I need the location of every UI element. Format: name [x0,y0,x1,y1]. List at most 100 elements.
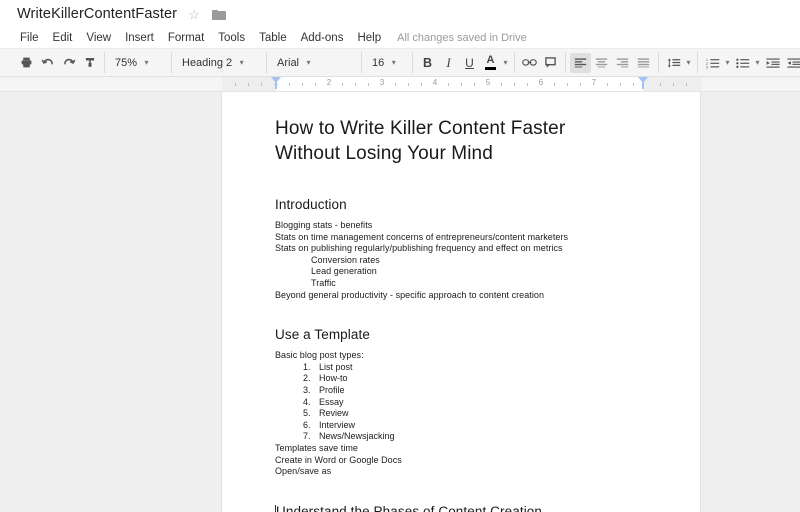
ruler-number: 7 [591,78,597,87]
paint-format-icon[interactable] [79,53,100,73]
menu-item-add-ons[interactable]: Add-ons [294,30,351,47]
body-line: Stats on time management concerns of ent… [275,231,569,242]
body-line: Stats on publishing regularly/publishing… [275,243,563,254]
align-center-icon[interactable] [591,53,612,73]
document-title[interactable]: WriteKillerContentFaster [17,6,177,22]
numbered-list-chevron-down-icon[interactable]: ▾ [723,53,732,73]
text-color-button[interactable]: A [480,53,501,73]
section-heading-use-a-template: Use a Template [275,327,370,343]
text-color-chevron-down-icon[interactable]: ▾ [501,53,510,73]
ruler[interactable]: 1 2 3 4 5 6 7 [222,77,702,91]
line-spacing-icon[interactable] [663,53,684,73]
link-icon[interactable] [519,53,540,73]
section-heading-text: Understand the Phases of Content Creatio… [276,503,543,512]
body-line: Open/save as [275,466,332,477]
menu-item-help[interactable]: Help [350,30,388,47]
list-item: News/Newsjacking [313,431,640,443]
toolbar-group-insert [515,52,566,73]
section-heading-introduction: Introduction [275,197,347,212]
body-line-indented: Traffic [311,277,336,288]
toolbar-group-zoom: 75% ▾ [105,52,172,73]
zoom-value: 75% [115,56,138,69]
text-color-swatch [485,67,496,70]
chevron-down-icon: ▾ [306,57,311,67]
move-to-folder-icon[interactable] [211,6,227,22]
toolbar-group-actions [12,52,105,73]
font-family-value: Arial [277,56,300,69]
bold-button[interactable]: B [417,53,438,73]
underline-button[interactable]: U [459,53,480,73]
align-justify-icon[interactable] [633,53,654,73]
body-line-indented: Conversion rates [311,254,380,265]
bold-label: B [422,55,433,70]
google-docs-window: WriteKillerContentFaster ☆ File Edit Vie… [0,0,800,512]
body-line: Beyond general productivity - specific a… [275,289,545,300]
ruler-bar: 1 2 3 4 5 6 7 [0,77,800,92]
toolbar-group-lists: 123 ▾ ▾ [698,52,800,73]
menu-item-edit[interactable]: Edit [46,30,80,47]
menu-item-format[interactable]: Format [161,30,211,47]
print-icon[interactable] [16,53,37,73]
menu-item-file[interactable]: File [13,30,46,47]
document-body[interactable]: How to Write Killer Content Faster Witho… [222,92,700,512]
right-indent-marker[interactable] [638,77,648,89]
save-status-text: All changes saved in Drive [397,32,527,44]
title-bar: WriteKillerContentFaster ☆ [0,0,800,28]
insert-comment-icon[interactable] [540,53,561,73]
toolbar-group-font: Arial ▾ [267,52,362,73]
body-line: Basic blog post types: [275,350,364,361]
menu-item-tools[interactable]: Tools [211,30,252,47]
toolbar-group-line-spacing: ▾ [659,52,698,73]
menu-item-view[interactable]: View [79,30,118,47]
align-right-icon[interactable] [612,53,633,73]
list-item: Essay [313,397,640,409]
star-outline-icon[interactable]: ☆ [186,6,202,22]
bulleted-list-icon[interactable] [732,53,753,73]
star-glyph: ☆ [188,6,200,22]
undo-icon[interactable] [37,53,58,73]
italic-button[interactable]: I [438,53,459,73]
chevron-down-icon: ▾ [239,57,244,67]
svg-text:3: 3 [706,65,708,69]
zoom-selector[interactable]: 75% ▾ [109,53,167,73]
list-item: List post [313,362,640,374]
ruler-number: 3 [379,78,385,87]
italic-label: I [446,54,451,70]
font-size-selector[interactable]: 16 ▾ [366,53,408,73]
bulleted-list-chevron-down-icon[interactable]: ▾ [753,53,762,73]
toolbar-group-style: Heading 2 ▾ [172,52,267,73]
increase-indent-icon[interactable] [783,53,800,73]
underline-label: U [465,55,474,70]
toolbar: 75% ▾ Heading 2 ▾ Arial ▾ 16 ▾ B I U A ▾… [0,49,800,77]
body-line: Create in Word or Google Docs [275,454,402,465]
redo-icon[interactable] [58,53,79,73]
decrease-indent-icon[interactable] [762,53,783,73]
ruler-number: 4 [432,78,438,87]
ruler-number: 5 [485,78,491,87]
document-heading-1-line-2: Without Losing Your Mind [275,143,493,164]
left-indent-marker[interactable] [271,77,281,89]
body-line: Blogging stats - benefits [275,220,373,230]
body-line-indented: Lead generation [311,266,377,277]
numbered-list-icon[interactable]: 123 [702,53,723,73]
ruler-number: 6 [538,78,544,87]
menu-bar: File Edit View Insert Format Tools Table… [0,28,800,49]
chevron-down-icon: ▾ [391,57,396,67]
list-item: How-to [313,373,640,385]
section-heading-understand-phases: Understand the Phases of Content Creatio… [275,503,640,512]
font-family-selector[interactable]: Arial ▾ [271,53,357,73]
line-spacing-chevron-down-icon[interactable]: ▾ [684,53,693,73]
font-size-value: 16 [372,56,385,69]
document-page[interactable]: How to Write Killer Content Faster Witho… [222,92,700,512]
paragraph-style-value: Heading 2 [182,56,233,69]
text-color-icon: A [485,55,496,70]
text-cursor [275,504,276,512]
menu-item-table[interactable]: Table [252,30,294,47]
chevron-down-icon: ▾ [144,57,149,67]
align-left-icon[interactable] [570,52,591,73]
paragraph-style-selector[interactable]: Heading 2 ▾ [176,53,262,73]
menu-item-insert[interactable]: Insert [118,30,161,47]
document-canvas[interactable]: How to Write Killer Content Faster Witho… [0,92,800,512]
document-heading-1-line-1: How to Write Killer Content Faster [275,118,566,139]
numbered-list: List post How-to Profile Essay Review In… [275,362,640,443]
